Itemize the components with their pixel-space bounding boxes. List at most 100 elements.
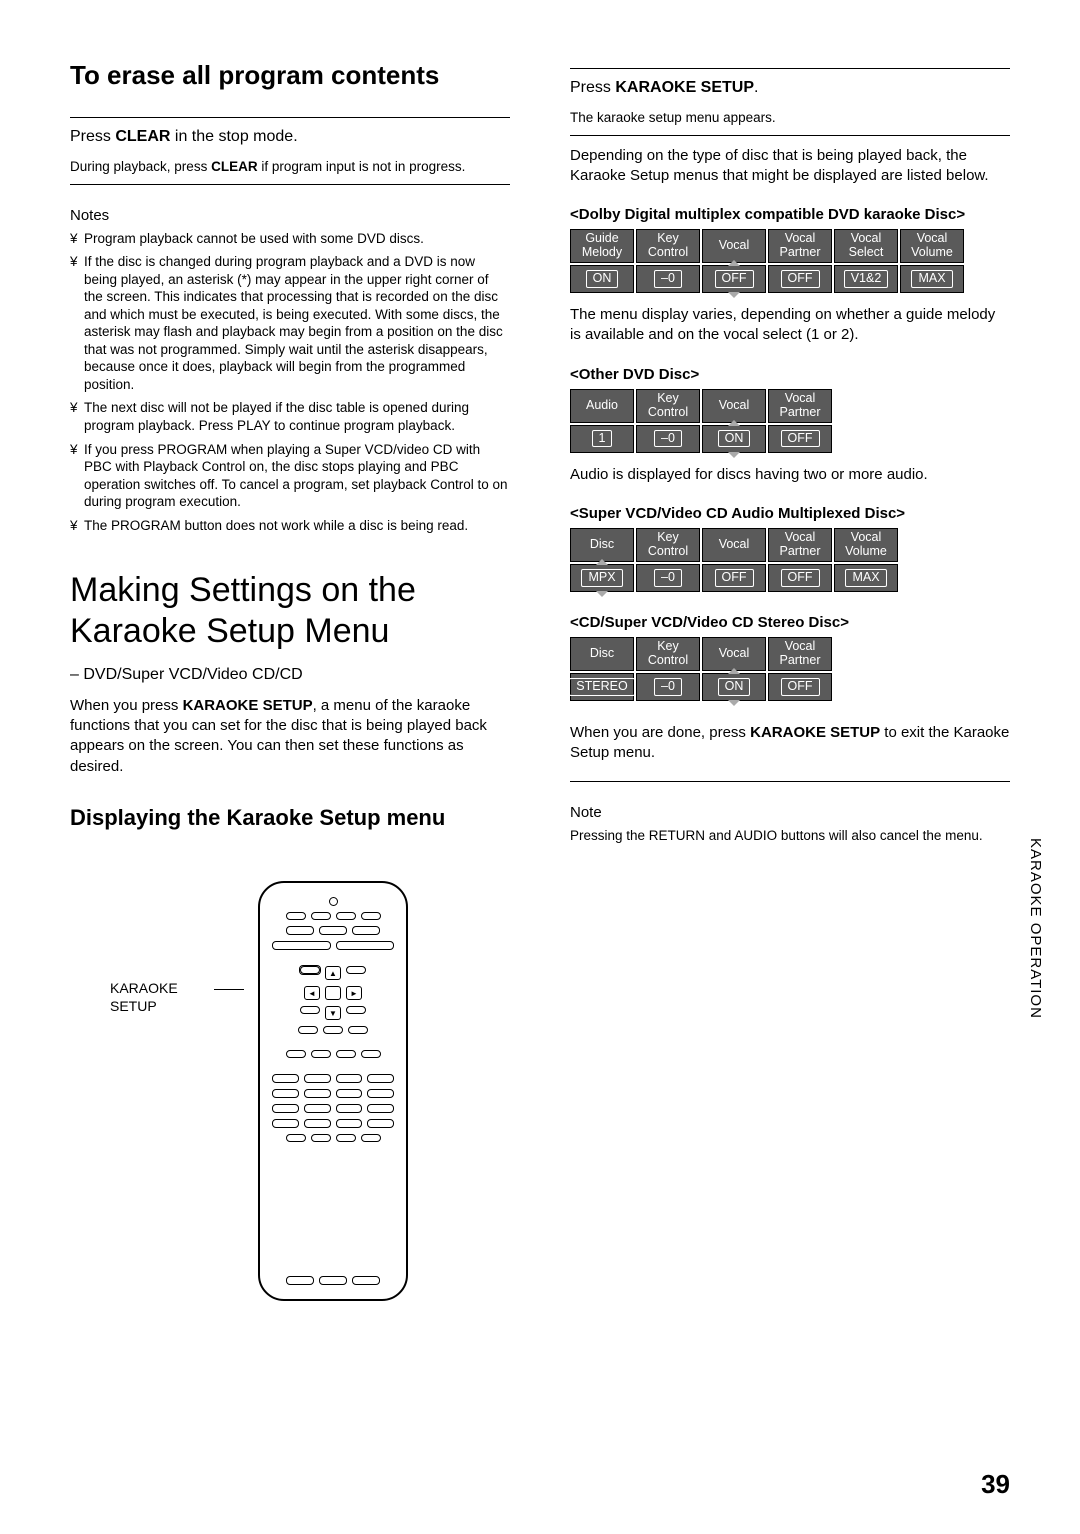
remote-button bbox=[325, 986, 341, 1000]
menu-column: Audio1 bbox=[570, 389, 634, 453]
table3: DiscMPXKey Control–0Vocal OFF Vocal Partne… bbox=[570, 528, 1010, 592]
text: When you press bbox=[70, 697, 183, 714]
karaoke-setup-keyword: KARAOKE SETUP bbox=[750, 724, 880, 741]
menu-value: –0 bbox=[654, 270, 682, 288]
remote-button bbox=[361, 1134, 381, 1142]
remote-button bbox=[367, 1089, 394, 1098]
remote-button bbox=[361, 1050, 381, 1058]
note-item: The next disc will not be played if the … bbox=[70, 399, 510, 434]
remote-button bbox=[311, 912, 331, 920]
remote-outline: ▲ ◄► ▼ bbox=[258, 881, 408, 1301]
menu-value-cell: MAX bbox=[834, 564, 898, 592]
text: Press bbox=[70, 128, 115, 145]
menu-value-cell: ON bbox=[702, 425, 766, 453]
menu-value: OFF bbox=[781, 678, 820, 696]
media-compat: – DVD/Super VCD/Video CD/CD bbox=[70, 666, 510, 684]
menu-column: Key Control–0 bbox=[636, 389, 700, 453]
remote-button bbox=[361, 912, 381, 920]
menu-value-cell: OFF bbox=[768, 265, 832, 293]
menu-column: VocalON bbox=[702, 637, 766, 701]
menu-header-cell: Disc bbox=[570, 637, 634, 671]
menu-value: ON bbox=[586, 270, 619, 288]
remote-button bbox=[336, 1104, 363, 1113]
menu-value-cell: OFF bbox=[702, 265, 766, 293]
menu-value: –0 bbox=[654, 678, 682, 696]
rule bbox=[70, 184, 510, 185]
menu-header-cell: Key Control bbox=[636, 229, 700, 263]
side-tab: KARAOKE OPERATION bbox=[1027, 838, 1044, 1019]
table2-note: Audio is displayed for discs having two … bbox=[570, 465, 1010, 485]
menu-header-cell: Vocal Partner bbox=[768, 389, 832, 423]
remote-button bbox=[304, 1089, 331, 1098]
menu-column: Vocal PartnerOFF bbox=[768, 637, 832, 701]
menu-value-cell: –0 bbox=[636, 564, 700, 592]
clear-keyword: CLEAR bbox=[211, 159, 258, 174]
menu-header-cell: Guide Melody bbox=[570, 229, 634, 263]
menu-column: Key Control –0 bbox=[636, 229, 700, 293]
table2-label: <Other DVD Disc> bbox=[570, 366, 1010, 383]
remote-button bbox=[286, 912, 306, 920]
menu-column: Guide Melody ON bbox=[570, 229, 634, 293]
menu-value: MAX bbox=[911, 270, 952, 288]
menu-value-cell: 1 bbox=[570, 425, 634, 453]
menu-value: OFF bbox=[781, 569, 820, 587]
text: During playback, press bbox=[70, 159, 211, 174]
menu-column: DiscSTEREO bbox=[570, 637, 634, 701]
remote-button bbox=[329, 897, 338, 906]
remote-button bbox=[346, 1006, 366, 1014]
page-number: 39 bbox=[981, 1469, 1010, 1500]
subsection-title: Displaying the Karaoke Setup menu bbox=[70, 805, 510, 831]
notes-heading: Notes bbox=[70, 207, 510, 224]
main-title: Making Settings on the Karaoke Setup Men… bbox=[70, 570, 510, 652]
menu-value: 1 bbox=[592, 430, 613, 448]
menu-column: Key Control –0 bbox=[636, 637, 700, 701]
note-heading: Note bbox=[570, 804, 1010, 821]
menu-value: OFF bbox=[781, 270, 820, 288]
note-item: The PROGRAM button does not work while a… bbox=[70, 517, 510, 535]
table1: Guide MelodyONKey Control–0VocalOFFVocal… bbox=[570, 229, 1010, 293]
karaoke-setup-button bbox=[300, 966, 320, 974]
callout-line bbox=[214, 989, 244, 990]
remote-button: ▲ bbox=[325, 966, 341, 980]
remote-button bbox=[311, 1134, 331, 1142]
notes-list: Program playback cannot be used with som… bbox=[70, 230, 510, 541]
rule bbox=[570, 68, 1010, 69]
remote-button bbox=[348, 1026, 368, 1034]
remote-button bbox=[336, 1134, 356, 1142]
erase-title: To erase all program contents bbox=[70, 60, 510, 91]
menu-value-cell: MPX bbox=[570, 564, 634, 592]
erase-note: During playback, press CLEAR if program … bbox=[70, 158, 510, 176]
menu-header-cell: Vocal Volume bbox=[900, 229, 964, 263]
menu-header-cell: Vocal bbox=[702, 528, 766, 562]
menu-header-cell: Vocal bbox=[702, 389, 766, 423]
menu-header-cell: Vocal Partner bbox=[768, 229, 832, 263]
menu-column: DiscMPX bbox=[570, 528, 634, 592]
note-item: If the disc is changed during program pl… bbox=[70, 253, 510, 393]
text: Press bbox=[570, 79, 615, 96]
rule bbox=[570, 135, 1010, 136]
rule bbox=[570, 781, 1010, 782]
menu-header-cell: Key Control bbox=[636, 637, 700, 671]
menu-value: OFF bbox=[781, 430, 820, 448]
menu-header-cell: Key Control bbox=[636, 389, 700, 423]
title-line2: Karaoke Setup Menu bbox=[70, 612, 389, 650]
remote-button bbox=[286, 926, 314, 935]
remote-button bbox=[286, 1050, 306, 1058]
menu-value: V1&2 bbox=[844, 270, 889, 288]
menu-column: Vocal Partner OFF bbox=[768, 229, 832, 293]
text: When you are done, press bbox=[570, 724, 750, 741]
menu-header-cell: Key Control bbox=[636, 528, 700, 562]
remote-button bbox=[323, 1026, 343, 1034]
menu-value: MAX bbox=[845, 569, 886, 587]
menu-value-cell: MAX bbox=[900, 265, 964, 293]
note-item: Program playback cannot be used with som… bbox=[70, 230, 510, 248]
menu-header-cell: Vocal Partner bbox=[768, 528, 832, 562]
erase-instruction: Press CLEAR in the stop mode. bbox=[70, 128, 510, 146]
table1-label: <Dolby Digital multiplex compatible DVD … bbox=[570, 206, 1010, 223]
menu-column: Vocal Volume MAX bbox=[900, 229, 964, 293]
remote-button bbox=[319, 1276, 347, 1285]
remote-button bbox=[298, 1026, 318, 1034]
remote-button: ◄ bbox=[304, 986, 320, 1000]
menu-value-cell: ON bbox=[570, 265, 634, 293]
menu-value: OFF bbox=[715, 569, 754, 587]
